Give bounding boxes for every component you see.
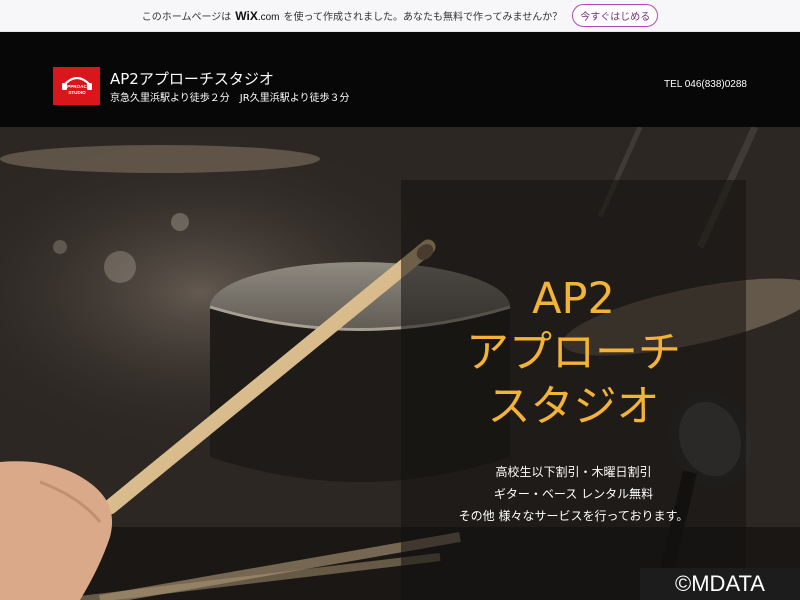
- hero-title-line: スタジオ: [487, 382, 660, 432]
- hero-line-services: その他 様々なサービスを行っております。: [458, 509, 689, 523]
- wix-brand: WiX: [235, 8, 258, 23]
- hero-title-line: AP2: [532, 274, 615, 324]
- hero-title: AP2 アプローチ スタジオ: [401, 272, 746, 434]
- hero-description: 高校生以下割引・木曜日割引 ギター・ベース レンタル無料 その他 様々なサービス…: [401, 461, 746, 527]
- site-header: APPROACH STUDIO AP2アプローチスタジオ 京急久里浜駅より徒歩２…: [0, 32, 800, 127]
- hero-line-rental: ギター・ベース レンタル無料: [493, 487, 654, 501]
- wix-start-button[interactable]: 今すぐはじめる: [572, 4, 659, 27]
- site-phone: TEL 046(838)0288: [663, 79, 747, 90]
- site-access-info: 京急久里浜駅より徒歩２分 JR久里浜駅より徒歩３分: [110, 93, 350, 104]
- hero-line-discount: 高校生以下割引・木曜日割引: [495, 465, 652, 479]
- site-logo[interactable]: APPROACH STUDIO: [53, 67, 100, 105]
- site-title[interactable]: AP2アプローチスタジオ: [110, 68, 274, 89]
- wix-banner-text-after: を使って作成されました。あなたも無料で作ってみませんか？: [283, 12, 563, 23]
- hero-section: AP2 アプローチ スタジオ 高校生以下割引・木曜日割引 ギター・ベース レンタ…: [0, 127, 800, 600]
- wix-promo-banner: このホームページは WiX.com を使って作成されました。あなたも無料で作って…: [0, 0, 800, 32]
- logo-text-bottom: STUDIO: [68, 90, 86, 95]
- logo-text-top: APPROACH: [63, 84, 90, 89]
- hero-title-line: アプローチ: [466, 328, 681, 378]
- headphones-logo-icon: APPROACH STUDIO: [61, 76, 92, 95]
- wix-banner-text-before: このホームページは: [141, 12, 232, 23]
- wix-brand-suffix: .com: [257, 11, 280, 23]
- watermark: ©MDATA: [640, 568, 800, 600]
- wix-logo[interactable]: WiX.com: [235, 9, 279, 23]
